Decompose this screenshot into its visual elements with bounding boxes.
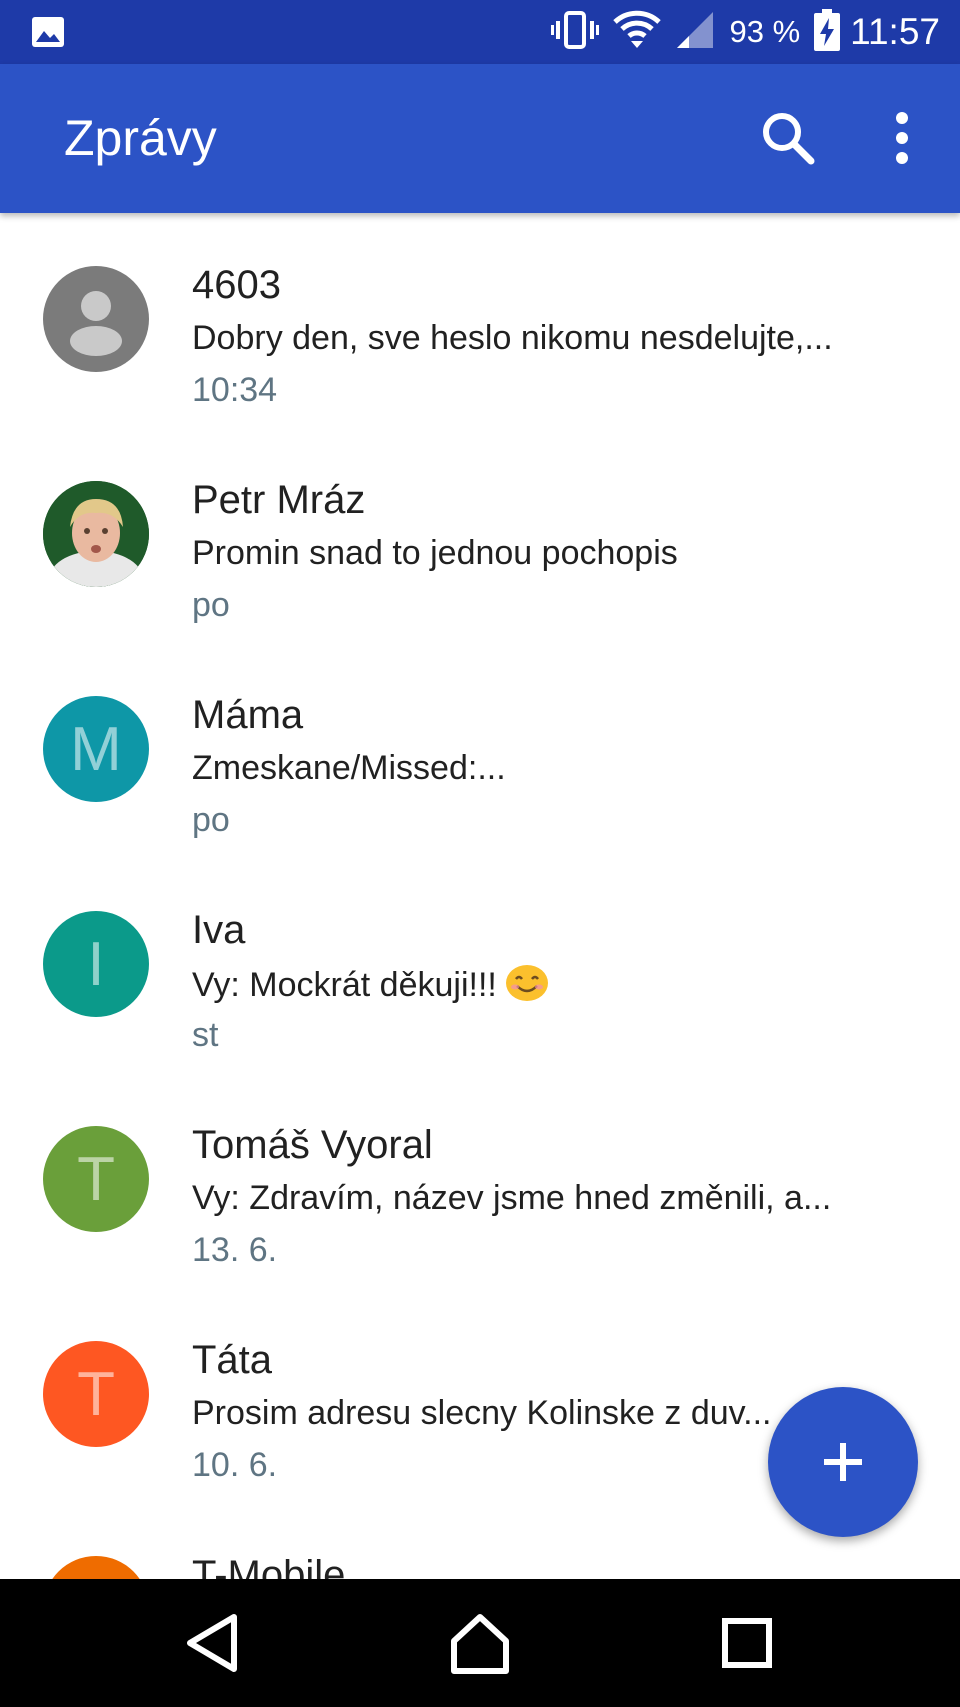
search-icon[interactable] <box>756 106 820 170</box>
conversation-snippet: Dobry den, sve heslo nikomu nesdelujte,.… <box>192 319 833 357</box>
conversation-item[interactable]: T Tomáš Vyoral Vy: Zdravím, název jsme h… <box>0 1073 960 1288</box>
conversation-time: 10. 6. <box>192 1446 278 1484</box>
person-placeholder-avatar <box>43 266 149 372</box>
home-icon[interactable] <box>444 1607 516 1679</box>
conversation-snippet: Zmeskane/Missed:... <box>192 749 506 787</box>
conversation-time: st <box>192 1016 219 1054</box>
letter-avatar: I <box>43 911 149 1017</box>
conversation-time: po <box>192 586 230 624</box>
letter-avatar: T <box>43 1341 149 1447</box>
clock: 11:57 <box>850 11 940 52</box>
conversation-list: 4603 Dobry den, sve heslo nikomu nesdelu… <box>0 213 960 1579</box>
navigation-bar <box>0 1579 960 1707</box>
more-vertical-icon[interactable] <box>880 106 924 170</box>
smiling-face-icon <box>505 965 548 1001</box>
battery-percentage: 93 % <box>729 14 801 49</box>
letter-avatar: T <box>43 1126 149 1232</box>
conversation-name: T-Mobile <box>192 1553 346 1579</box>
conversation-name: Máma <box>192 693 304 737</box>
conversation-item[interactable]: M Máma Zmeskane/Missed:... po <box>0 643 960 858</box>
conversation-snippet: Vy: Zdravím, název jsme hned změnili, a.… <box>192 1179 832 1217</box>
status-bar: 93 % 11:57 <box>0 0 960 64</box>
wifi-icon <box>613 10 662 55</box>
conversation-name: Petr Mráz <box>192 478 366 522</box>
letter-avatar <box>43 1556 149 1579</box>
conversation-name: 4603 <box>192 263 281 307</box>
app-bar: Zprávy <box>0 64 960 213</box>
conversation-name: Táta <box>192 1338 273 1382</box>
battery-charging-icon <box>814 8 841 56</box>
conversation-time: po <box>192 801 230 839</box>
app-title: Zprávy <box>64 110 217 166</box>
conversation-snippet: Promin snad to jednou pochopis <box>192 534 678 572</box>
contact-photo-avatar <box>43 481 149 587</box>
recents-icon[interactable] <box>711 1607 783 1679</box>
letter-avatar: M <box>43 696 149 802</box>
conversation-name: Iva <box>192 908 246 952</box>
conversation-item[interactable]: 4603 Dobry den, sve heslo nikomu nesdelu… <box>0 213 960 428</box>
conversation-item[interactable]: Petr Mráz Promin snad to jednou pochopis… <box>0 428 960 643</box>
conversation-name: Tomáš Vyoral <box>192 1123 433 1167</box>
plus-icon <box>824 1443 862 1481</box>
vibrate-icon <box>551 10 600 55</box>
new-message-button[interactable] <box>768 1387 918 1537</box>
conversation-time: 10:34 <box>192 371 278 409</box>
conversation-time: 13. 6. <box>192 1231 278 1269</box>
image-notification-icon <box>31 16 65 48</box>
conversation-snippet: Vy: Mockrát děkuji!!! <box>192 964 882 1005</box>
back-icon[interactable] <box>178 1607 250 1679</box>
conversation-item[interactable]: I Iva Vy: Mockrát děkuji!!! st <box>0 858 960 1073</box>
signal-icon <box>675 10 715 55</box>
